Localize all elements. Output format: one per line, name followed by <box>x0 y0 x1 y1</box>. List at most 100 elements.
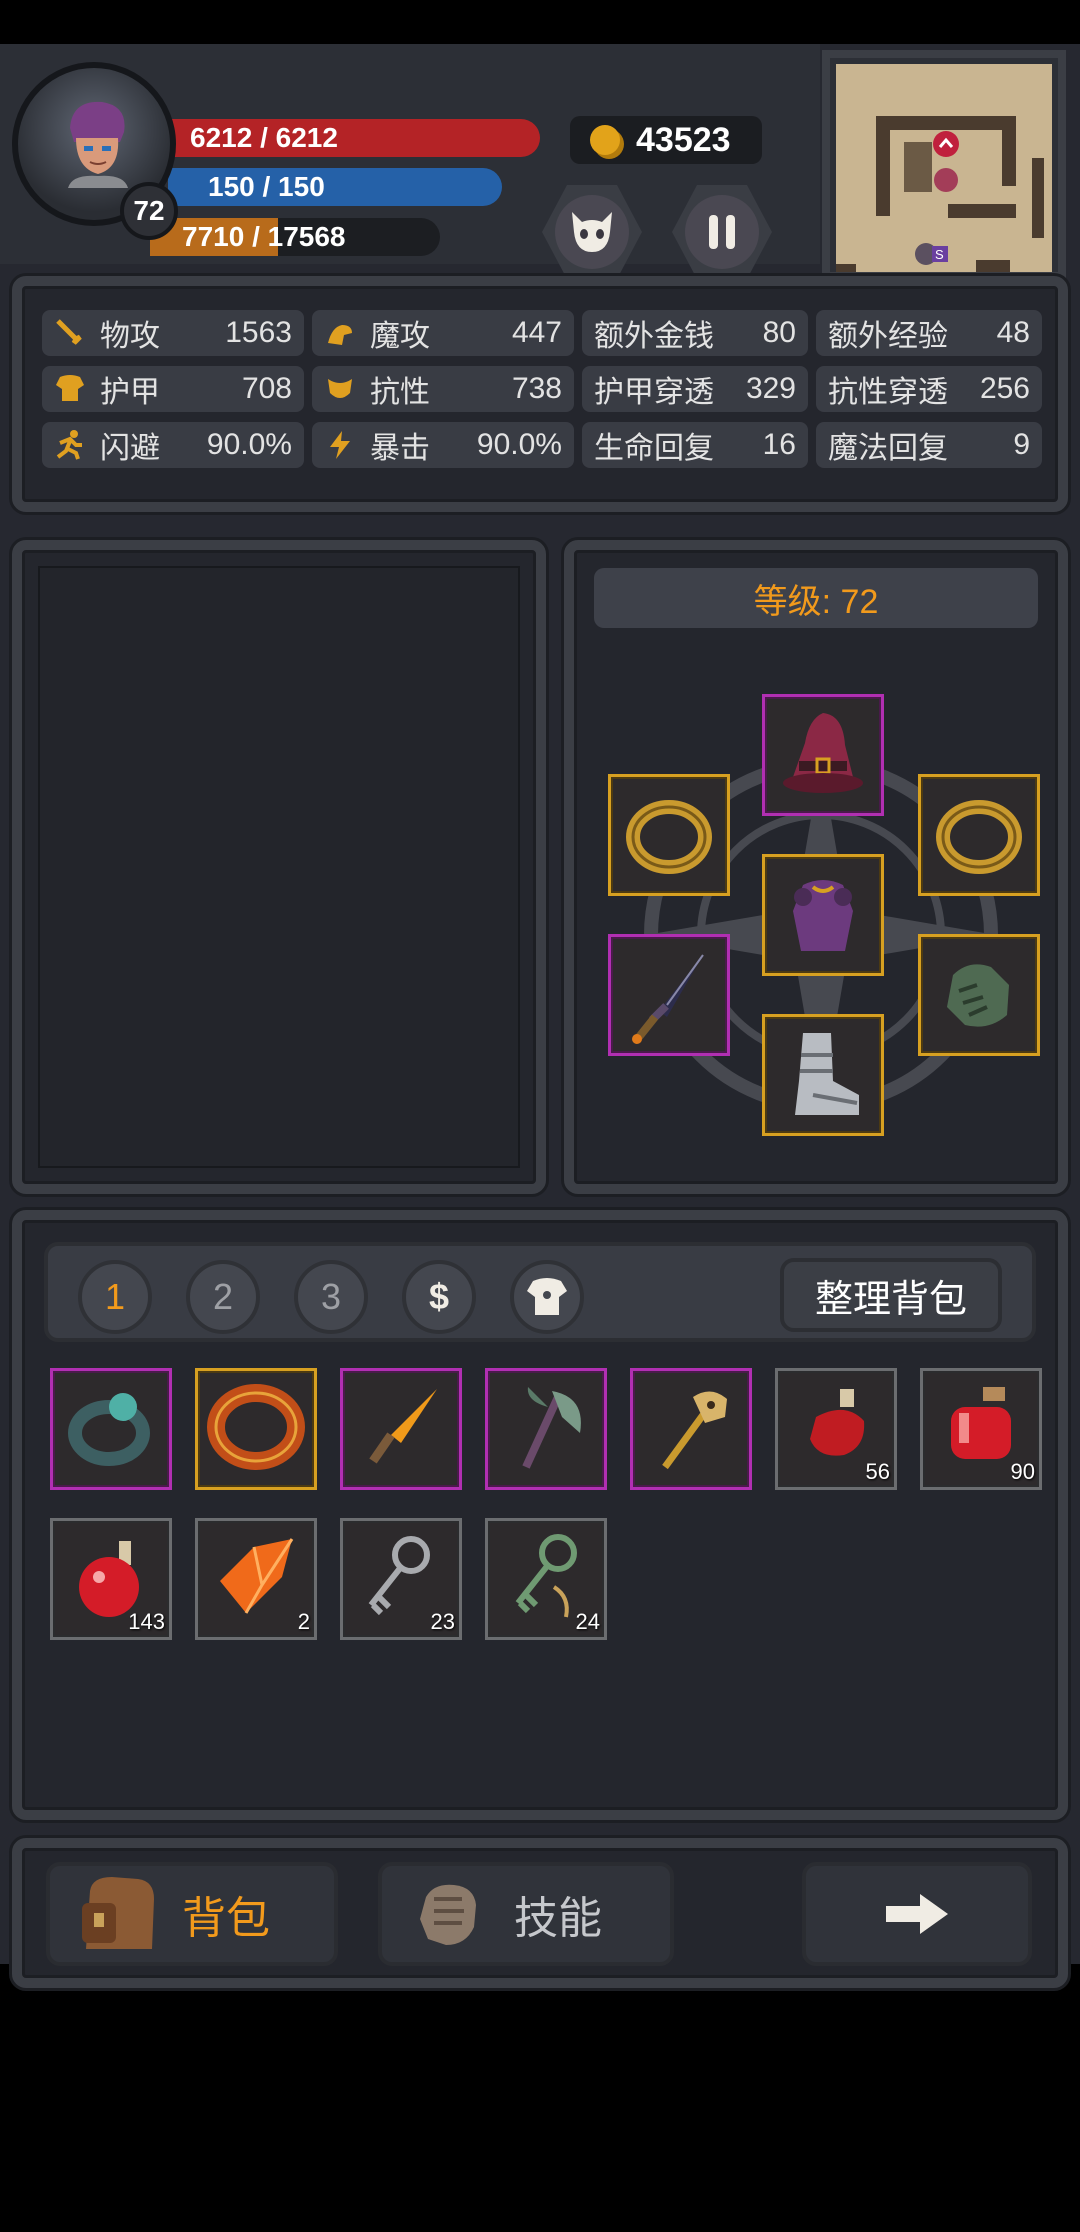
stat-cell: 生命回复 16 <box>582 422 808 468</box>
stat-name: 抗性穿透 <box>828 376 948 409</box>
game-screen: 6212 / 6212 150 / 150 7710 / 17568 72 43… <box>0 44 1080 1988</box>
inventory-slot[interactable]: 90 <box>920 1368 1042 1490</box>
stat-name: 额外金钱 <box>594 320 714 353</box>
tab-page-3[interactable]: 3 <box>294 1260 368 1334</box>
gold-ring-icon <box>936 800 1022 874</box>
stat-value: 90.0% <box>206 428 292 461</box>
character-preview-panel <box>12 540 546 1194</box>
green-gauntlet-icon <box>947 964 1009 1027</box>
hp-bar: 6212 / 6212 <box>150 119 540 157</box>
stats-grid: 物攻 1563 魔攻 447 额外金钱 80 额外经验 48 护甲 708 抗性 738 护甲穿透 329… <box>42 310 1042 468</box>
stat-cell: 抗性 738 <box>312 366 574 412</box>
sword-icon <box>54 317 86 349</box>
armor-icon <box>54 373 86 405</box>
ring-icon <box>61 1377 161 1482</box>
sort-inventory-button[interactable]: 整理背包 <box>780 1258 1002 1332</box>
stat-cell: 魔法回复 9 <box>816 422 1042 468</box>
bottom-nav: 背包 技能 <box>12 1838 1068 1988</box>
tab-page-2[interactable]: 2 <box>186 1260 260 1334</box>
orange-crystal-icon <box>206 1527 306 1632</box>
pause-button[interactable] <box>672 185 772 279</box>
item-quantity: 23 <box>430 1609 455 1634</box>
lightning-icon <box>324 429 356 461</box>
stat-name: 物攻 <box>100 320 160 353</box>
stat-name: 额外经验 <box>828 320 948 353</box>
monster-info-button[interactable] <box>542 185 642 279</box>
dungeon-minimap[interactable]: S <box>822 50 1066 280</box>
magic-hand-icon <box>324 317 356 349</box>
item-quantity: 2 <box>297 1609 310 1634</box>
stat-value: 738 <box>511 372 562 405</box>
stat-value: 256 <box>979 372 1030 405</box>
inventory-slot[interactable] <box>340 1368 462 1490</box>
item-quantity: 143 <box>128 1609 165 1634</box>
stat-name: 魔法回复 <box>828 432 948 465</box>
stat-value: 708 <box>241 372 292 405</box>
armor-slot[interactable] <box>762 854 884 976</box>
player-hud: 6212 / 6212 150 / 150 7710 / 17568 72 43… <box>0 44 820 279</box>
weapon-slot[interactable] <box>608 934 730 1056</box>
hero-portrait-icon <box>68 101 128 188</box>
inventory-slot[interactable]: 143 <box>50 1518 172 1640</box>
next-button[interactable] <box>802 1862 1032 1966</box>
arrow-right-icon <box>886 1894 948 1934</box>
skills-nav-button[interactable]: 技能 <box>378 1862 674 1966</box>
stat-name: 魔攻 <box>370 320 430 353</box>
skills-nav-label: 技能 <box>514 1894 602 1943</box>
backpack-icon <box>82 1877 154 1949</box>
mp-text: 150 / 150 <box>208 171 325 202</box>
stat-cell: 闪避 90.0% <box>42 422 304 468</box>
left-ring-slot[interactable] <box>608 774 730 896</box>
stat-value: 80 <box>762 316 796 349</box>
stat-cell: 暴击 90.0% <box>312 422 574 468</box>
equipment-level-label: 等级: 72 <box>594 568 1038 628</box>
stat-value: 1563 <box>225 316 292 349</box>
inventory-slot[interactable] <box>630 1368 752 1490</box>
skull-staff-icon <box>641 1377 741 1482</box>
equipment-panel: 等级: 72 <box>564 540 1068 1194</box>
gloves-slot[interactable] <box>918 934 1040 1056</box>
steel-boot-icon <box>795 1033 859 1115</box>
dodge-icon <box>54 429 86 461</box>
inventory-slot[interactable]: 2 <box>195 1518 317 1640</box>
player-level-badge: 72 <box>120 182 178 240</box>
tab-armor[interactable] <box>510 1260 584 1334</box>
resist-icon <box>324 373 356 405</box>
xp-bar: 7710 / 17568 <box>150 218 440 256</box>
boots-slot[interactable] <box>762 1014 884 1136</box>
svg-text:S: S <box>935 247 944 262</box>
stat-cell: 额外经验 48 <box>816 310 1042 356</box>
stat-name: 闪避 <box>100 432 160 465</box>
inventory-slot[interactable] <box>485 1368 607 1490</box>
hp-text: 6212 / 6212 <box>190 122 338 153</box>
fist-icon <box>420 1884 476 1945</box>
axe-icon <box>496 1377 596 1482</box>
inventory-slot[interactable]: 23 <box>340 1518 462 1640</box>
helmet-slot[interactable] <box>762 694 884 816</box>
gold-amount: 43523 <box>636 120 731 159</box>
stat-cell: 魔攻 447 <box>312 310 574 356</box>
stat-value: 16 <box>762 428 796 461</box>
wizard-hat-icon <box>783 713 863 793</box>
gold-ring-icon <box>626 800 712 874</box>
stat-value: 447 <box>511 316 562 349</box>
gold-counter: 43523 <box>570 116 762 164</box>
mp-bar: 150 / 150 <box>168 168 502 206</box>
inventory-panel: 1 2 3 $ 整理背包 56 90 143 2 23 24 <box>12 1210 1068 1820</box>
bag-nav-button[interactable]: 背包 <box>46 1862 338 1966</box>
monster-face-icon <box>572 212 612 252</box>
inventory-slot[interactable] <box>50 1368 172 1490</box>
stat-cell: 抗性穿透 256 <box>816 366 1042 412</box>
inventory-slot[interactable] <box>195 1368 317 1490</box>
inventory-slot[interactable]: 56 <box>775 1368 897 1490</box>
tab-page-1[interactable]: 1 <box>78 1260 152 1334</box>
right-ring-slot[interactable] <box>918 774 1040 896</box>
tab-shop[interactable]: $ <box>402 1260 476 1334</box>
stat-value: 329 <box>745 372 796 405</box>
dark-dagger-icon <box>632 954 704 1044</box>
stats-panel: 物攻 1563 魔攻 447 额外金钱 80 额外经验 48 护甲 708 抗性 738 护甲穿透 329… <box>12 276 1068 512</box>
inventory-tab-bar: 1 2 3 $ 整理背包 <box>44 1242 1036 1342</box>
stat-value: 9 <box>1013 428 1030 461</box>
inventory-slot[interactable]: 24 <box>485 1518 607 1640</box>
armor-icon <box>527 1278 567 1315</box>
